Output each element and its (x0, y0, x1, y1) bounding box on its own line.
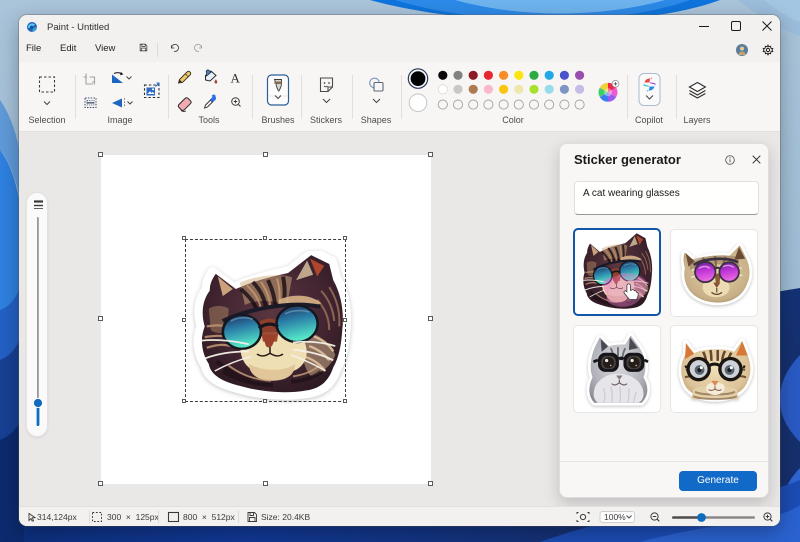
svg-text:A: A (231, 71, 241, 86)
